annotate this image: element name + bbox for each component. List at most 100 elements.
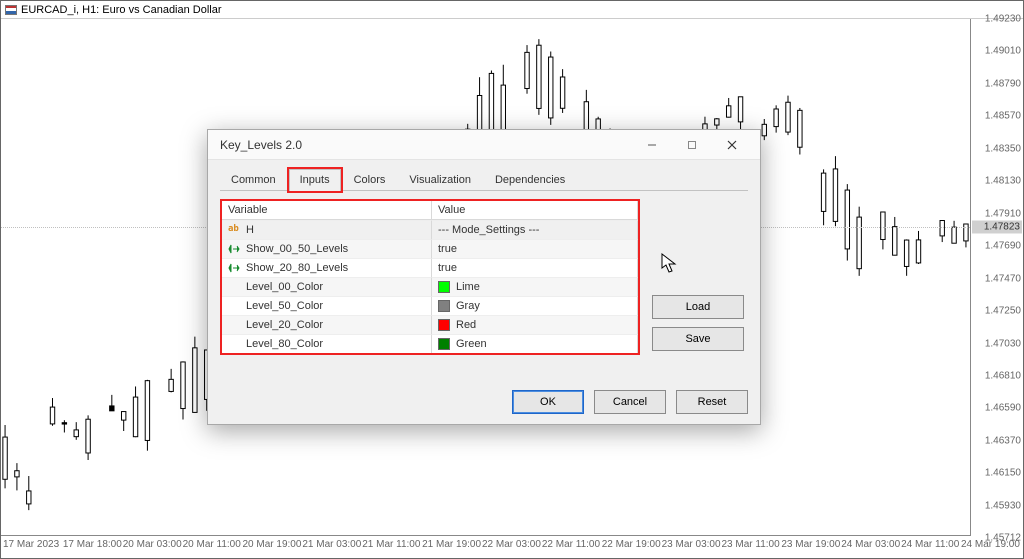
maximize-button[interactable] xyxy=(672,131,712,159)
tab-inputs[interactable]: Inputs xyxy=(289,169,341,191)
bool-icon xyxy=(228,243,240,255)
param-value: true xyxy=(438,243,457,255)
chart-window: EURCAD_i, H1: Euro vs Canadian Dollar 1.… xyxy=(0,0,1024,559)
price-tick: 1.47250 xyxy=(985,306,1021,317)
time-tick: 17 Mar 18:00 xyxy=(63,539,122,550)
time-tick: 20 Mar 19:00 xyxy=(243,539,302,550)
price-tick: 1.47030 xyxy=(985,338,1021,349)
param-name: Level_00_Color xyxy=(246,281,323,293)
price-tick: 1.46150 xyxy=(985,468,1021,479)
cell-value[interactable]: true xyxy=(432,258,638,277)
param-value: --- Mode_Settings --- xyxy=(438,224,539,236)
table-row[interactable]: Show_00_50_Levels true xyxy=(222,239,638,258)
param-value: true xyxy=(438,262,457,274)
price-tick: 1.49230 xyxy=(985,14,1021,25)
time-tick: 21 Mar 11:00 xyxy=(362,539,420,550)
last-price-label: 1.47823 xyxy=(972,220,1022,233)
cell-variable: Level_50_Color xyxy=(222,296,432,315)
color-swatch xyxy=(438,281,450,293)
price-tick: 1.48570 xyxy=(985,111,1021,122)
time-tick: 23 Mar 19:00 xyxy=(781,539,840,550)
cell-value[interactable]: --- Mode_Settings --- xyxy=(432,220,638,239)
price-tick: 1.45930 xyxy=(985,500,1021,511)
chart-type-icon xyxy=(5,5,17,15)
price-axis: 1.492301.490101.487901.485701.483501.481… xyxy=(971,19,1023,536)
time-tick: 24 Mar 19:00 xyxy=(961,539,1020,550)
price-tick: 1.47690 xyxy=(985,241,1021,252)
param-name: Level_80_Color xyxy=(246,338,323,350)
cell-variable: abH xyxy=(222,220,432,239)
dialog-footer: OK Cancel Reset xyxy=(208,384,760,424)
cell-variable: Level_20_Color xyxy=(222,315,432,334)
cell-variable: Level_80_Color xyxy=(222,334,432,353)
tab-colors[interactable]: Colors xyxy=(343,169,397,191)
time-tick: 21 Mar 03:00 xyxy=(302,539,361,550)
dialog-title: Key_Levels 2.0 xyxy=(220,138,302,152)
cell-value[interactable]: Green xyxy=(432,334,638,353)
color-icon xyxy=(228,338,240,350)
string-icon: ab xyxy=(228,224,240,236)
color-swatch xyxy=(438,300,450,312)
col-variable: Variable xyxy=(222,201,432,219)
table-header: Variable Value xyxy=(222,201,638,220)
price-tick: 1.46370 xyxy=(985,435,1021,446)
reset-button[interactable]: Reset xyxy=(676,390,748,414)
time-tick: 22 Mar 19:00 xyxy=(602,539,661,550)
cell-variable: Level_00_Color xyxy=(222,277,432,296)
price-tick: 1.48790 xyxy=(985,78,1021,89)
time-tick: 22 Mar 03:00 xyxy=(482,539,541,550)
time-tick: 20 Mar 11:00 xyxy=(183,539,241,550)
price-tick: 1.49010 xyxy=(985,46,1021,57)
table-row[interactable]: abH --- Mode_Settings --- xyxy=(222,220,638,239)
indicator-properties-dialog: Key_Levels 2.0 Common Inputs Colors Visu… xyxy=(207,129,761,425)
tab-visualization[interactable]: Visualization xyxy=(398,169,482,191)
cell-value[interactable]: true xyxy=(432,239,638,258)
price-tick: 1.48350 xyxy=(985,143,1021,154)
cell-value[interactable]: Red xyxy=(432,315,638,334)
price-tick: 1.47470 xyxy=(985,273,1021,284)
inputs-table[interactable]: Variable Value abH --- Mode_Settings --- S… xyxy=(220,199,640,355)
param-value: Red xyxy=(456,319,476,331)
time-tick: 24 Mar 03:00 xyxy=(841,539,900,550)
dialog-titlebar[interactable]: Key_Levels 2.0 xyxy=(208,130,760,160)
table-row[interactable]: Level_00_Color Lime xyxy=(222,277,638,296)
price-tick: 1.46590 xyxy=(985,403,1021,414)
bool-icon xyxy=(228,262,240,274)
chart-title-text: EURCAD_i, H1: Euro vs Canadian Dollar xyxy=(21,4,222,16)
cell-variable: Show_20_80_Levels xyxy=(222,258,432,277)
minimize-button[interactable] xyxy=(632,131,672,159)
close-button[interactable] xyxy=(712,131,752,159)
ok-button[interactable]: OK xyxy=(512,390,584,414)
time-axis: 17 Mar 202317 Mar 18:0020 Mar 03:0020 Ma… xyxy=(1,536,971,558)
color-icon xyxy=(228,319,240,331)
cell-value[interactable]: Gray xyxy=(432,296,638,315)
table-row[interactable]: Show_20_80_Levels true xyxy=(222,258,638,277)
param-name: Show_00_50_Levels xyxy=(246,243,348,255)
param-name: Show_20_80_Levels xyxy=(246,262,348,274)
tab-dependencies[interactable]: Dependencies xyxy=(484,169,576,191)
time-tick: 22 Mar 11:00 xyxy=(542,539,600,550)
time-tick: 20 Mar 03:00 xyxy=(123,539,182,550)
dialog-body: Common Inputs Colors Visualization Depen… xyxy=(208,160,760,384)
param-name: Level_50_Color xyxy=(246,300,323,312)
time-tick: 24 Mar 11:00 xyxy=(901,539,959,550)
tab-common[interactable]: Common xyxy=(220,169,287,191)
cell-variable: Show_00_50_Levels xyxy=(222,239,432,258)
param-value: Green xyxy=(456,338,487,350)
col-value: Value xyxy=(432,201,638,219)
table-row[interactable]: Level_50_Color Gray xyxy=(222,296,638,315)
time-tick: 23 Mar 03:00 xyxy=(662,539,721,550)
cell-value[interactable]: Lime xyxy=(432,277,638,296)
load-button[interactable]: Load xyxy=(652,295,744,319)
time-tick: 17 Mar 2023 xyxy=(3,539,59,550)
time-tick: 21 Mar 19:00 xyxy=(422,539,481,550)
table-row[interactable]: Level_20_Color Red xyxy=(222,315,638,334)
table-row[interactable]: Level_80_Color Green xyxy=(222,334,638,353)
color-swatch xyxy=(438,338,450,350)
color-icon xyxy=(228,281,240,293)
cancel-button[interactable]: Cancel xyxy=(594,390,666,414)
color-icon xyxy=(228,300,240,312)
side-buttons: Load Save xyxy=(652,199,744,355)
tab-strip: Common Inputs Colors Visualization Depen… xyxy=(220,168,748,191)
save-button[interactable]: Save xyxy=(652,327,744,351)
